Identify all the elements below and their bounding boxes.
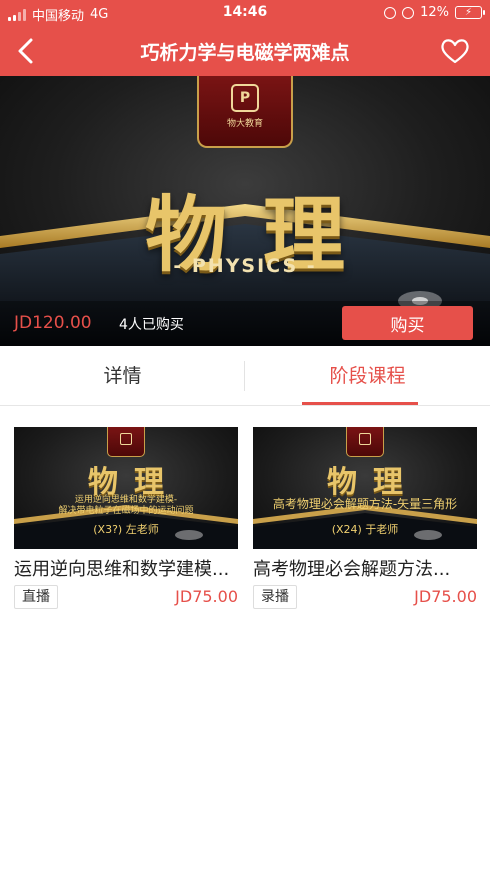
purchase-bar: JD120.00 4人已购买 购买 [0,301,490,346]
back-button[interactable] [12,36,42,66]
heart-icon [441,39,469,64]
course-card[interactable]: 物理 高考物理必会解题方法-矢量三角形 (X24) 于老师 高考物理必会解题方法… [253,427,477,612]
battery-icon: ⚡ [455,6,485,19]
buy-button[interactable]: 购买 [342,306,473,340]
thumbnail-teacher: (X3?) 左老师 [93,523,159,536]
active-tab-indicator [302,402,418,405]
course-name: 运用逆向思维和数学建模... [14,559,230,580]
brand-badge [107,427,145,457]
brand-logo-icon: P [231,84,259,112]
thumbnail-caption-line: 解决带电粒子在磁场中的运动问题 [58,506,194,516]
alarm-icon [402,6,415,19]
course-thumbnail: 物理 运用逆向思维和数学建模- 解决带电粒子在磁场中的运动问题 (X3?) 左老… [14,427,238,549]
nav-bar: 巧析力学与电磁学两难点 [0,26,490,76]
course-price: JD120.00 [14,313,92,333]
page-title: 巧析力学与电磁学两难点 [140,42,350,64]
course-card[interactable]: 物理 运用逆向思维和数学建模- 解决带电粒子在磁场中的运动问题 (X3?) 左老… [14,427,238,612]
purchase-count: 4人已购买 [119,317,184,333]
thumbnail-caption-line: 高考物理必会解题方法-矢量三角形 [272,497,458,511]
thumbnail-title: 物理 [327,465,419,500]
thumbnail-teacher: (X24) 于老师 [331,523,399,536]
brand-badge: P 物大教育 [197,76,293,148]
thumbnail-caption-line: 运用逆向思维和数学建模- [74,495,178,505]
brand-badge [346,427,384,457]
orientation-lock-icon [384,6,397,19]
tab-stage-courses[interactable]: 阶段课程 [245,346,490,406]
favorite-button[interactable] [440,37,470,65]
tab-details[interactable]: 详情 [0,346,245,406]
course-type-badge: 直播 [14,585,58,609]
course-type-badge: 录播 [253,585,297,609]
course-thumbnail: 物理 高考物理必会解题方法-矢量三角形 (X24) 于老师 [253,427,477,549]
banner-subtitle: - PHYSICS - [173,255,317,277]
course-banner: P 物大教育 物理 - PHYSICS - JD120.00 4人已购买 购买 [0,76,490,346]
brand-name: 物大教育 [226,119,263,129]
course-price: JD75.00 [175,587,238,606]
course-price: JD75.00 [414,587,477,606]
tab-bar: 详情 阶段课程 [0,346,490,406]
status-right: 12% ⚡ [384,5,485,20]
thumbnail-caption: 运用逆向思维和数学建模- 解决带电粒子在磁场中的运动问题 [14,495,238,517]
course-name: 高考物理必会解题方法... [253,559,451,580]
status-bar: 中国移动 4G 14:46 12% ⚡ [0,0,490,26]
battery-percent: 12% [420,5,449,20]
chevron-left-icon [18,38,33,64]
thumbnail-caption: 高考物理必会解题方法-矢量三角形 [253,497,477,511]
